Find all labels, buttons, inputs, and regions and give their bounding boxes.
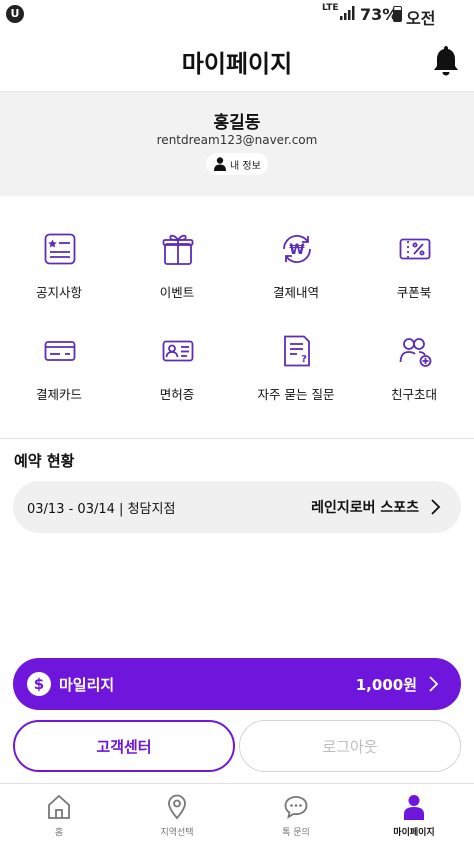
person-icon (214, 157, 226, 171)
chevron-right-icon (429, 676, 439, 692)
nav-region[interactable]: 지역선택 (118, 784, 236, 843)
section-divider (0, 438, 474, 439)
credit-card-icon (44, 341, 76, 361)
nav-home-label: 홈 (54, 828, 64, 838)
license-card-icon (162, 340, 194, 362)
menu-event-label: 이벤트 (159, 285, 195, 300)
status-bar: U LTE 73% 오전 11:13 (0, 0, 474, 48)
menu-coupon[interactable]: 쿠폰북 (355, 232, 473, 316)
user-email: rentdream123@naver.com (156, 133, 318, 147)
menu-faq-label: 자주 묻는 질문 (257, 387, 335, 402)
app-badge-icon: U (6, 5, 24, 23)
menu-invite-label: 친구초대 (390, 387, 437, 402)
user-name: 홍길동 (213, 113, 261, 133)
reservation-branch: 청담지점 (127, 502, 176, 517)
invite-friends-icon (399, 338, 432, 367)
mileage-bar[interactable]: $ 마일리지 1,000원 (13, 658, 461, 710)
menu-payment-card[interactable]: 결제카드 (0, 334, 118, 418)
menu-invite[interactable]: 친구초대 (355, 334, 473, 418)
my-info-label: 내 정보 (230, 160, 261, 172)
coin-icon: $ (27, 672, 51, 696)
menu-notice-label: 공지사항 (35, 285, 82, 300)
profile-section: 홍길동 rentdream123@naver.com 내 정보 (0, 92, 474, 196)
signal-icon (340, 6, 355, 20)
menu-event[interactable]: 이벤트 (118, 232, 236, 316)
reservation-card[interactable]: 03/13 - 03/14 | 청담지점 레인지로버 스포츠 (13, 481, 461, 533)
my-info-button[interactable]: 내 정보 (206, 153, 268, 175)
page-title: 마이페이지 (181, 50, 293, 78)
person-icon (404, 795, 424, 820)
gift-icon (162, 234, 194, 265)
bottom-navigation: 홈 지역선택 톡 문의 마이페이지 (0, 783, 474, 842)
location-pin-icon (168, 794, 186, 820)
app-header: 마이페이지 (0, 30, 474, 92)
nav-talk-label: 톡 문의 (282, 828, 310, 838)
mileage-label: 마일리지 (59, 676, 115, 694)
reservation-dates: 03/13 - 03/14 (27, 502, 115, 517)
menu-license-label: 면허증 (159, 387, 195, 402)
customer-center-button[interactable]: 고객센터 (13, 720, 235, 772)
nav-mypage-label: 마이페이지 (393, 828, 435, 838)
reservation-title: 예약 현황 (14, 452, 75, 470)
coupon-icon (399, 238, 431, 260)
battery-icon (393, 6, 402, 22)
menu-payment-history-label: 결제내역 (272, 285, 319, 300)
home-icon (48, 794, 70, 819)
nav-mypage[interactable]: 마이페이지 (355, 784, 473, 843)
won-cycle-icon: ₩ (283, 235, 311, 263)
chevron-right-icon (431, 499, 441, 515)
menu-payment-history[interactable]: ₩ 결제내역 (237, 232, 355, 316)
menu-faq[interactable]: ? 자주 묻는 질문 (237, 334, 355, 418)
notice-board-icon (44, 233, 76, 265)
network-type: LTE (322, 3, 339, 13)
faq-document-icon: ? (284, 335, 310, 367)
svg-text:?: ? (301, 354, 307, 365)
bell-icon[interactable] (432, 44, 460, 76)
menu-notice[interactable]: 공지사항 (0, 232, 118, 316)
nav-home[interactable]: 홈 (0, 784, 118, 843)
menu-coupon-label: 쿠폰북 (396, 285, 432, 300)
mileage-value: 1,000원 (355, 676, 417, 694)
reservation-car: 레인지로버 스포츠 (311, 500, 419, 516)
reservation-separator: | (119, 502, 124, 517)
nav-region-label: 지역선택 (160, 828, 194, 838)
menu-license[interactable]: 면허증 (118, 334, 236, 418)
reservation-info: 03/13 - 03/14 | 청담지점 (27, 498, 175, 517)
chat-bubble-icon (284, 796, 308, 819)
menu-payment-card-label: 결제카드 (35, 387, 82, 402)
nav-talk[interactable]: 톡 문의 (237, 784, 355, 843)
logout-button[interactable]: 로그아웃 (239, 720, 461, 772)
svg-text:₩: ₩ (289, 242, 305, 258)
